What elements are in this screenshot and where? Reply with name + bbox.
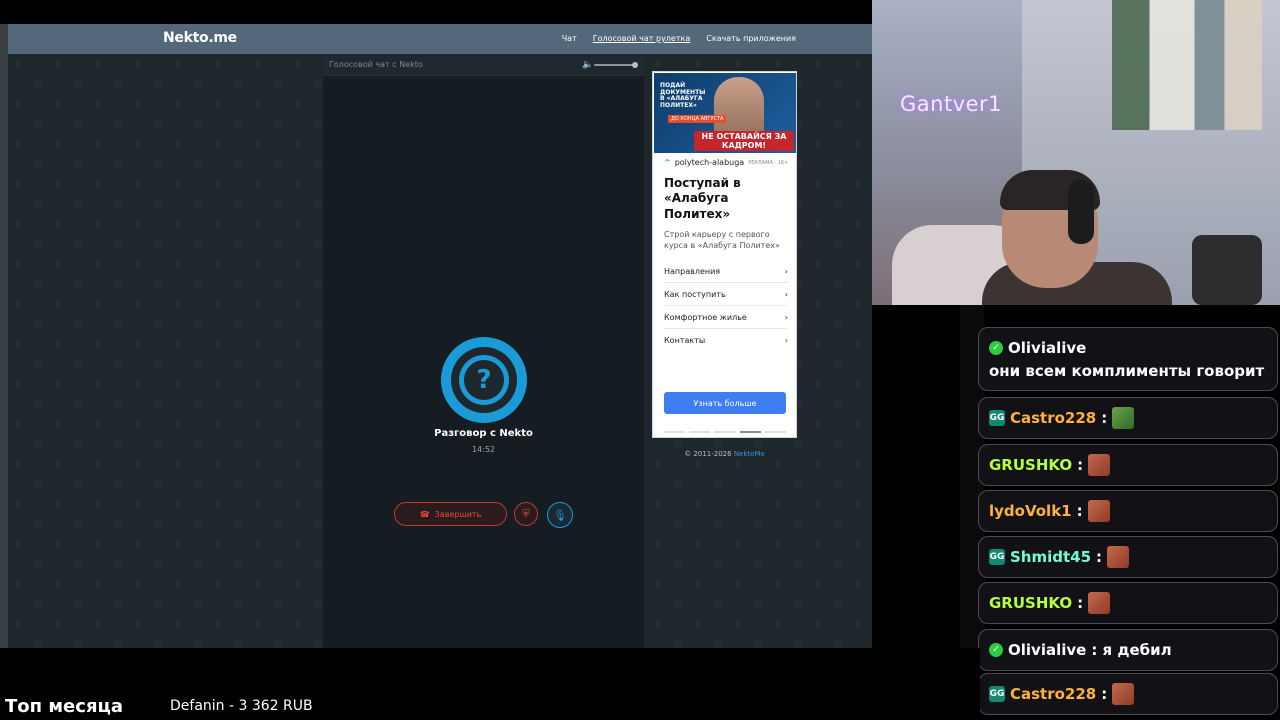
nav-download-apps-link[interactable]: Скачать приложения [706, 34, 796, 43]
emote-icon [1087, 500, 1110, 522]
ad-links: Направления › Как поступить › Комфортное ж… [664, 260, 788, 352]
chat-text: : [1101, 409, 1108, 427]
chat-text: : [1077, 456, 1084, 474]
chat-text: : я дебил [1091, 641, 1172, 659]
microphone-icon: 🎙 [553, 508, 567, 522]
headphones-image [1068, 180, 1094, 244]
hangup-icon: ☎ [419, 509, 430, 519]
ad-banner-slogan: НЕ ОСТАВАЙСЯ ЗА КАДРОМ! [694, 131, 794, 152]
ad-label: РЕКЛАМА · 16+ [748, 159, 789, 166]
chat-message: GG Castro228: [978, 397, 1278, 439]
streamer-neon-name: Gantver1 [900, 92, 1003, 116]
chevron-right-icon: › [784, 336, 788, 345]
mic-toggle-button[interactable]: 🎙 [547, 502, 573, 528]
chevron-right-icon: › [784, 312, 788, 322]
volume-track[interactable] [594, 64, 636, 66]
chat-nickname: Olivialive [1008, 641, 1087, 659]
verified-badge-icon: ✓ [989, 643, 1003, 657]
chat-message: GG Shmidt45: [978, 536, 1278, 578]
chat-nickname: lydoVolk1 [989, 502, 1072, 520]
ad-banner-headline: ПОДАЙ ДОКУМЕНТЫ В «АЛАБУГА ПОЛИТЕХ» [660, 82, 706, 109]
site-copyright: © 2011-2026 NektoMe [684, 450, 765, 458]
chevron-right-icon: › [784, 289, 788, 299]
ad-block[interactable]: ПОДАЙ ДОКУМЕНТЫ В «АЛАБУГА ПОЛИТЕХ» ДО К… [652, 71, 797, 438]
ad-carousel-indicator [664, 431, 787, 433]
emote-icon [1088, 454, 1111, 476]
chevron-right-icon: › [784, 266, 788, 276]
ad-title[interactable]: Поступай в «Алабуга Политех» [664, 176, 789, 222]
end-call-button[interactable]: ☎ Завершить [394, 502, 507, 526]
ad-link-how-to-apply[interactable]: Как поступить › [664, 283, 788, 306]
chat-nickname: Olivialive [1008, 338, 1087, 357]
volume-slider[interactable]: 🔈 [582, 60, 638, 70]
emote-icon [1112, 407, 1135, 429]
stream-frame: Nekto.me Чат Голосовой чат рулетка Скача… [0, 0, 1280, 720]
nav-voice-roulette-link[interactable]: Голосовой чат рулетка [593, 34, 691, 43]
webcam-feed: Gantver1 [872, 0, 1280, 305]
volume-handle[interactable] [632, 62, 638, 68]
voice-chat-panel: Голосовой чат с Nekto 🔈 ? Разговор с Nek… [323, 54, 644, 648]
shield-icon: ⛨ [522, 508, 530, 520]
ad-learn-more-button[interactable]: Узнать больше [664, 392, 786, 414]
speaker-icon: 🔈 [582, 60, 594, 70]
chat-nickname: GRUSHKO [989, 456, 1073, 474]
chat-text: они всем комплименты говорит [989, 361, 1265, 380]
stream-chat-overlay: ✓ Olivialive они всем комплименты говорит G… [978, 305, 1280, 720]
voice-chat-title: Голосовой чат с Nekto [329, 60, 423, 69]
ad-banner-image[interactable]: ПОДАЙ ДОКУМЕНТЫ В «АЛАБУГА ПОЛИТЕХ» ДО К… [654, 73, 796, 153]
chat-nickname: GRUSHKO [989, 594, 1073, 612]
site-logo[interactable]: Nekto.me [163, 30, 237, 46]
top-donor: Defanin - 3 362 RUB [170, 698, 313, 714]
goodgame-badge-icon: GG [989, 686, 1005, 702]
top-month-label: Топ месяца [5, 696, 123, 717]
goodgame-badge-icon: GG [989, 410, 1005, 426]
goodgame-badge-icon: GG [989, 549, 1005, 565]
chat-nickname: Shmidt45 [1010, 548, 1092, 566]
chat-text: : [1096, 548, 1103, 566]
conversation-name: Разговор с Nekto [434, 428, 533, 439]
voice-chat-header: Голосовой чат с Nekto 🔈 [323, 54, 644, 76]
ad-link-directions[interactable]: Направления › [664, 260, 788, 283]
ad-description: Строй карьеру с первого курса в «Алабуга… [664, 230, 780, 250]
chat-text: : [1101, 685, 1108, 703]
chat-message: GRUSHKO: [978, 582, 1278, 624]
emote-icon [1112, 683, 1135, 705]
ad-source[interactable]: ^ polytech-alabuga РЕКЛАМА · 16+ [664, 158, 788, 167]
call-timer: 14:52 [471, 445, 496, 454]
brand-chevron-icon: ^ [664, 158, 671, 167]
window-edge [0, 24, 8, 648]
chat-message: GG Castro228: [978, 673, 1278, 715]
bottom-bar [0, 648, 980, 720]
ad-link-contacts[interactable]: Контакты › [664, 329, 788, 352]
browser-window: Nekto.me Чат Голосовой чат рулетка Скача… [0, 24, 872, 648]
ad-link-housing[interactable]: Комфортное жилье › [664, 306, 788, 329]
chat-text: : [1076, 502, 1083, 520]
chat-message: ✓ Olivialive: я дебил [978, 629, 1278, 671]
chat-text: : [1077, 594, 1084, 612]
emote-icon [1088, 592, 1111, 614]
end-call-label: Завершить [434, 509, 482, 519]
partner-avatar: ? [441, 337, 527, 423]
ad-source-domain: polytech-alabuga [674, 158, 745, 167]
chat-message: ✓ Olivialive они всем комплименты говорит [978, 327, 1278, 391]
question-mark-icon: ? [459, 355, 509, 405]
verified-badge-icon: ✓ [989, 340, 1003, 355]
site-navbar: Nekto.me Чат Голосовой чат рулетка Скача… [8, 24, 872, 54]
emote-icon [1107, 546, 1130, 568]
chat-message: GRUSHKO: [978, 444, 1278, 486]
nav-chat-link[interactable]: Чат [562, 34, 577, 43]
report-button[interactable]: ⛨ [514, 502, 538, 526]
ad-banner-badge: ДО КОНЦА АВГУСТА [668, 115, 727, 123]
nav-links: Чат Голосовой чат рулетка Скачать прилож… [562, 34, 796, 43]
chat-message: lydoVolk1: [978, 490, 1278, 532]
chat-nickname: Castro228 [1010, 685, 1097, 703]
footer-nekto-link[interactable]: NektoMe [734, 450, 765, 458]
chat-nickname: Castro228 [1010, 409, 1097, 427]
